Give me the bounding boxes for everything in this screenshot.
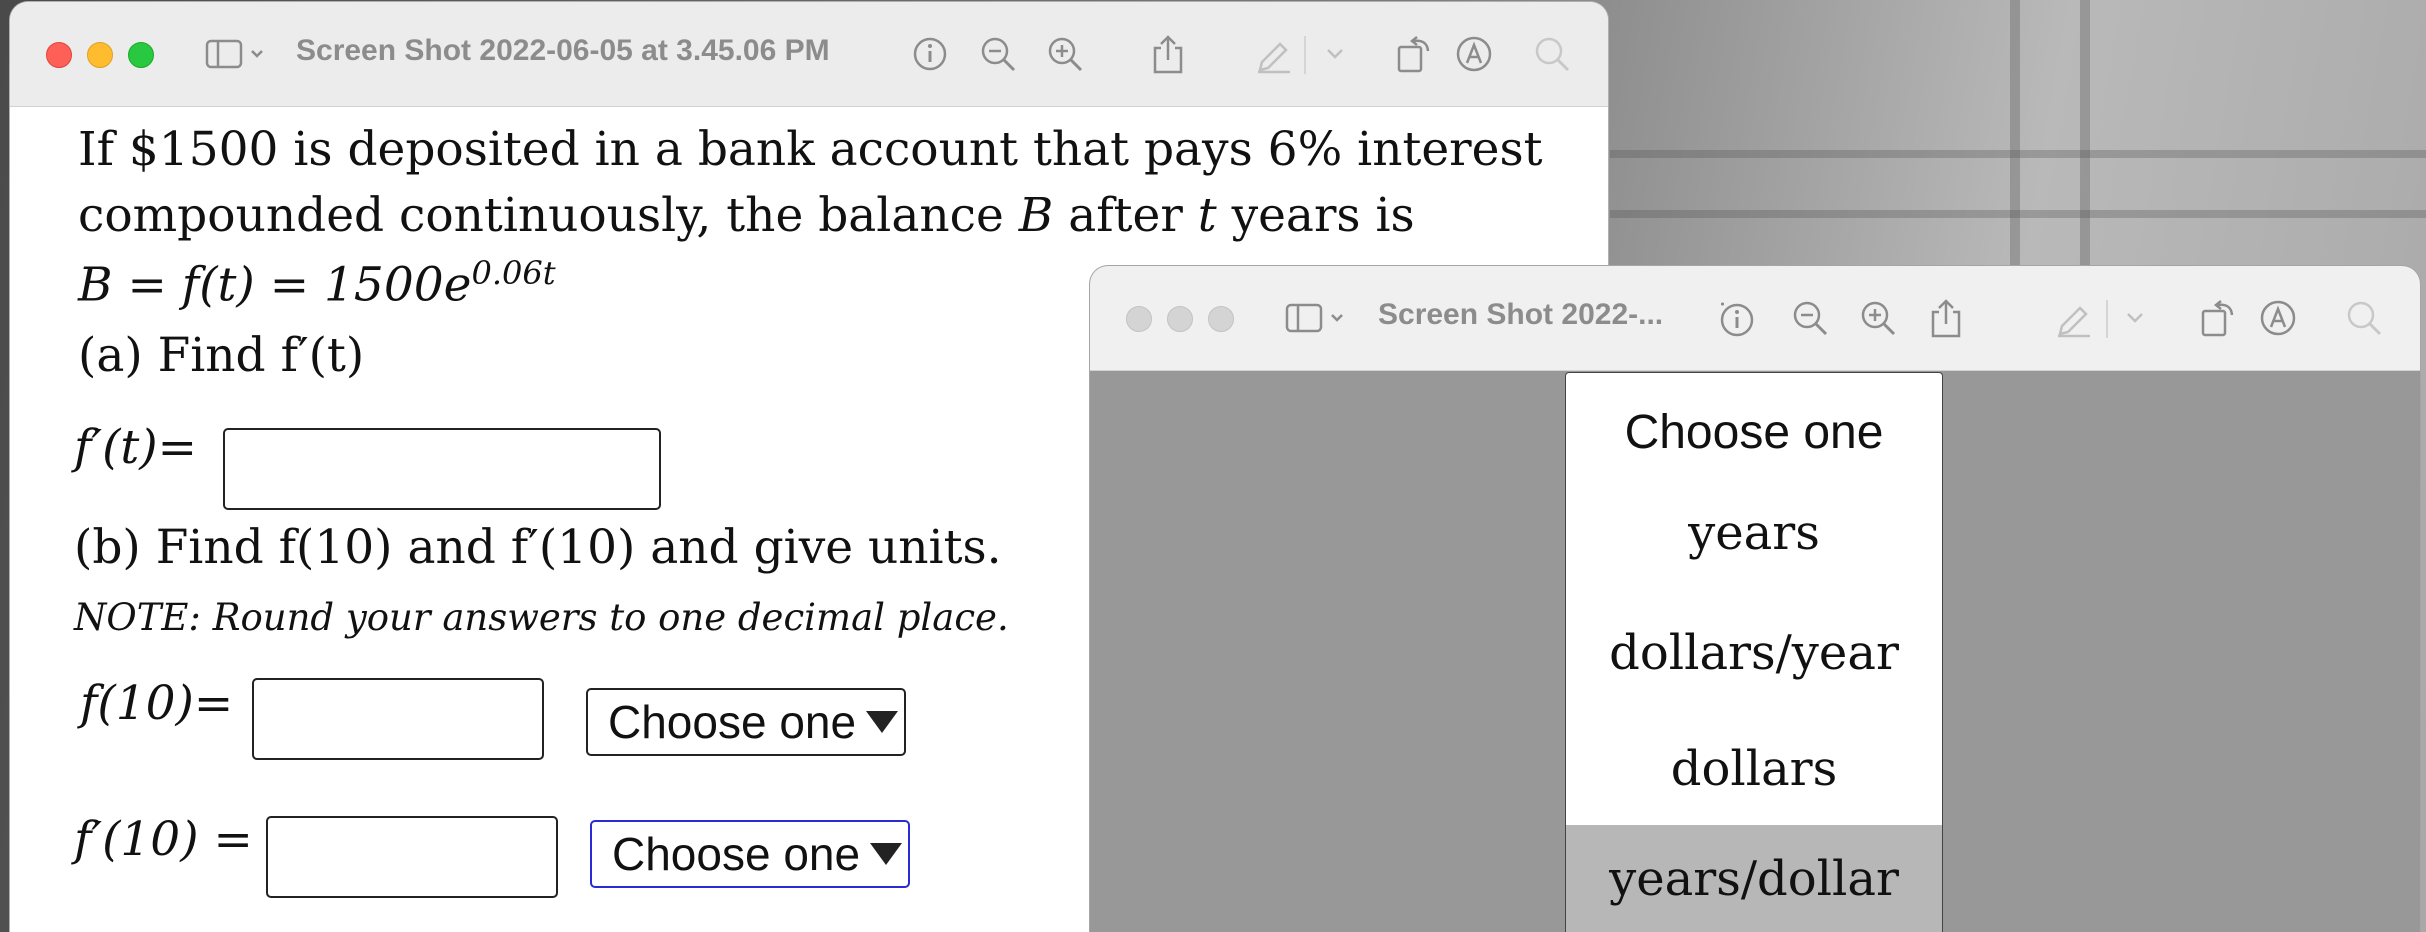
rotate-button[interactable]	[2198, 296, 2238, 340]
zoom-icon[interactable]	[1208, 306, 1234, 332]
formula-base: B = f(t) = 1500e	[78, 257, 472, 313]
sidebar-icon	[205, 39, 263, 69]
search-button[interactable]	[1532, 32, 1572, 76]
variable-t: t	[1197, 188, 1217, 243]
zoom-in-icon	[1861, 301, 1896, 336]
zoom-icon[interactable]	[128, 42, 154, 68]
fprime10-input[interactable]	[266, 816, 558, 898]
rotate-icon	[1397, 36, 1430, 73]
markup-menu-button[interactable]	[2120, 296, 2150, 340]
search-icon	[1535, 37, 1570, 72]
share-icon	[1931, 299, 1961, 338]
f10-unit-value: Choose one	[608, 696, 857, 748]
dropdown-option-choose-one[interactable]: Choose one	[1566, 405, 1942, 460]
fprime10-label: f′(10) =	[74, 812, 253, 867]
markup-button[interactable]	[1252, 32, 1296, 76]
minimize-icon[interactable]	[1167, 306, 1193, 332]
share-button[interactable]	[1148, 32, 1188, 76]
formula-exponent: 0.06t	[471, 254, 556, 292]
info-button[interactable]	[910, 32, 950, 76]
markup-button[interactable]	[2052, 296, 2096, 340]
toolbar-divider	[1304, 36, 1306, 74]
markup-pen-icon	[1258, 42, 1290, 74]
problem-text: after	[1053, 188, 1198, 243]
window-title: Screen Shot 2022-...	[1378, 298, 1664, 331]
zoom-out-icon	[1793, 301, 1828, 336]
f10-unit-select[interactable]: Choose one	[586, 688, 906, 756]
info-button[interactable]	[1714, 296, 1758, 340]
close-icon[interactable]	[1126, 306, 1152, 332]
zoom-out-button[interactable]	[978, 32, 1018, 76]
annotate-button[interactable]	[1454, 32, 1494, 76]
problem-line-2: compounded continuously, the balance B a…	[78, 188, 1415, 243]
markup-pen-icon	[2058, 306, 2090, 338]
problem-text: years is	[1216, 188, 1415, 243]
rotate-button[interactable]	[1394, 32, 1434, 76]
close-icon[interactable]	[46, 42, 72, 68]
sidebar-toggle-button[interactable]	[202, 32, 272, 76]
fprime10-unit-select[interactable]: Choose one	[590, 820, 910, 888]
rotate-icon	[2201, 300, 2234, 337]
fprime10-unit-value: Choose one	[612, 828, 861, 880]
markup-menu-button[interactable]	[1320, 32, 1350, 76]
share-icon	[1153, 35, 1183, 74]
fprime-t-input[interactable]	[223, 428, 661, 510]
dropdown-option-dollars-per-year[interactable]: dollars/year	[1566, 625, 1942, 681]
f10-input[interactable]	[252, 678, 544, 760]
zoom-in-button[interactable]	[1045, 32, 1085, 76]
info-icon	[1720, 302, 1754, 337]
rounding-note: NOTE: Round your answers to one decimal …	[74, 596, 1009, 639]
zoom-out-button[interactable]	[1790, 296, 1830, 340]
toolbar-divider	[2106, 300, 2108, 338]
balance-formula: B = f(t) = 1500e0.06t	[78, 254, 556, 313]
fprime-t-label: f′(t)=	[74, 420, 198, 475]
window-title: Screen Shot 2022-06-05 at 3.45.06 PM	[296, 34, 830, 67]
minimize-icon[interactable]	[87, 42, 113, 68]
annotate-icon	[2260, 300, 2296, 336]
problem-line-1: If $1500 is deposited in a bank account …	[78, 122, 1543, 177]
dropdown-option-dollars[interactable]: dollars	[1566, 741, 1942, 797]
zoom-out-icon	[981, 37, 1016, 72]
zoom-in-icon	[1048, 37, 1083, 72]
annotate-icon	[1456, 36, 1492, 72]
dropdown-option-years-per-dollar[interactable]: years/dollar	[1566, 825, 1942, 932]
share-button[interactable]	[1926, 296, 1966, 340]
problem-text: compounded continuously, the balance	[78, 188, 1019, 243]
search-icon	[2347, 301, 2382, 336]
part-a-label: (a) Find f′(t)	[78, 328, 365, 383]
chevron-down-icon	[2127, 313, 2143, 323]
dropdown-arrow-icon	[870, 843, 903, 865]
window-titlebar: Screen Shot 2022-06-05 at 3.45.06 PM	[10, 2, 1608, 107]
preview-window-dropdown: Screen Shot 2022-... Choose one years do…	[1090, 266, 2420, 932]
sidebar-icon	[1285, 303, 1343, 333]
variable-b: B	[1018, 188, 1054, 243]
sidebar-toggle-button[interactable]	[1282, 296, 1352, 340]
zoom-in-button[interactable]	[1858, 296, 1898, 340]
dropdown-arrow-icon	[866, 711, 899, 733]
dropdown-option-years[interactable]: years	[1566, 505, 1942, 561]
part-b-label: (b) Find f(10) and f′(10) and give units…	[74, 520, 1002, 575]
unit-dropdown-menu: Choose one years dollars/year dollars ye…	[1565, 372, 1943, 932]
window-titlebar: Screen Shot 2022-...	[1090, 266, 2420, 371]
info-icon	[913, 37, 947, 71]
f10-label: f(10)=	[80, 676, 234, 731]
chevron-down-icon	[1327, 49, 1343, 59]
annotate-button[interactable]	[2258, 296, 2298, 340]
search-button[interactable]	[2344, 296, 2384, 340]
